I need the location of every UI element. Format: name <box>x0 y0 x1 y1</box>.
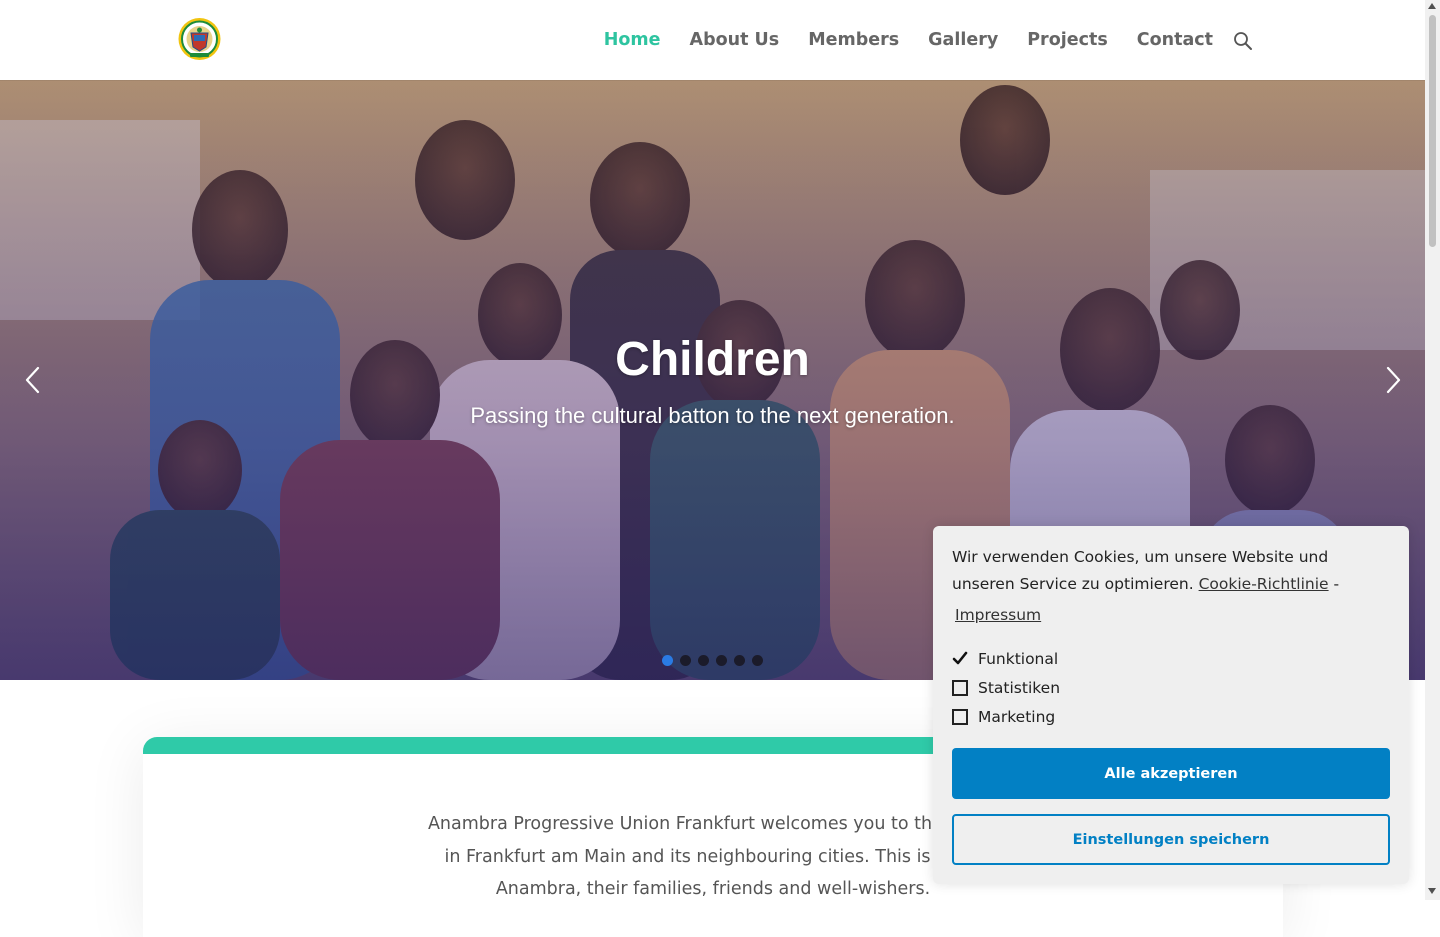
cookie-option-funktional[interactable]: Funktional <box>952 650 1058 668</box>
cookie-option-marketing[interactable]: Marketing <box>952 708 1055 726</box>
slider-dot-5[interactable] <box>734 655 745 666</box>
main-nav: Home About Us Members Gallery Projects C… <box>575 0 1213 80</box>
cookie-option-label: Marketing <box>978 708 1056 726</box>
checkmark-icon <box>952 651 968 667</box>
slider-dot-6[interactable] <box>752 655 763 666</box>
nav-members[interactable]: Members <box>808 30 899 50</box>
nav-projects[interactable]: Projects <box>1027 30 1108 50</box>
page-scrollbar[interactable] <box>1425 0 1440 900</box>
cookie-consent-banner: Wir verwenden Cookies, um unsere Website… <box>933 526 1409 884</box>
apu-emblem-logo <box>178 18 221 60</box>
cookie-option-label: Statistiken <box>978 679 1061 697</box>
slider-dot-3[interactable] <box>698 655 709 666</box>
slider-pagination <box>662 655 770 666</box>
checkbox-marketing[interactable] <box>952 709 968 725</box>
search-icon[interactable] <box>1233 31 1253 51</box>
cookie-message: Wir verwenden Cookies, um unsere Website… <box>952 544 1392 629</box>
slider-dot-4[interactable] <box>716 655 727 666</box>
nav-about-us[interactable]: About Us <box>690 30 780 50</box>
scroll-down-arrow-icon[interactable] <box>1428 888 1436 894</box>
nav-contact[interactable]: Contact <box>1137 30 1213 50</box>
cookie-link-separator: - <box>1333 575 1340 593</box>
hero-title: Children <box>615 333 810 386</box>
slider-dot-1[interactable] <box>662 655 673 666</box>
hero-subtitle: Passing the cultural batton to the next … <box>470 403 955 428</box>
cookie-option-statistiken[interactable]: Statistiken <box>952 679 1060 697</box>
site-header: Home About Us Members Gallery Projects C… <box>0 0 1425 80</box>
slider-dot-2[interactable] <box>680 655 691 666</box>
impressum-link[interactable]: Impressum <box>955 602 1041 629</box>
site-logo[interactable] <box>177 17 222 63</box>
cookie-policy-link[interactable]: Cookie-Richtlinie <box>1199 575 1329 593</box>
checkbox-statistiken[interactable] <box>952 680 968 696</box>
nav-gallery[interactable]: Gallery <box>928 30 998 50</box>
nav-home[interactable]: Home <box>604 30 661 50</box>
cookie-option-label: Funktional <box>978 650 1059 668</box>
scroll-up-arrow-icon[interactable] <box>1428 3 1436 9</box>
accept-all-button[interactable]: Alle akzeptieren <box>952 748 1390 799</box>
scrollbar-thumb[interactable] <box>1429 15 1436 247</box>
save-settings-button[interactable]: Einstellungen speichern <box>952 814 1390 865</box>
